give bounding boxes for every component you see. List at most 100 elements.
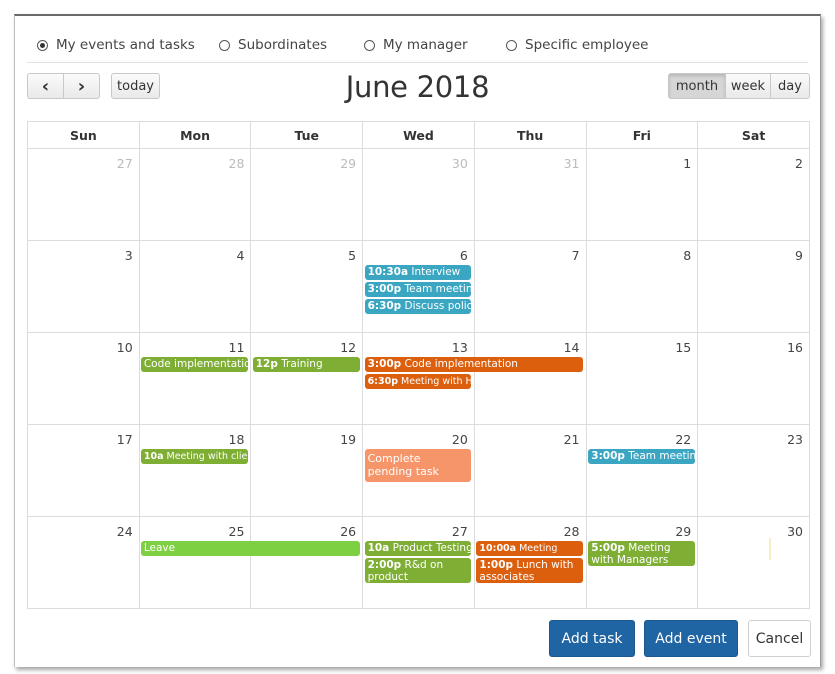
day-number: 14 [563,340,580,355]
event-title: Code implementation [404,358,518,370]
day-number: 19 [340,432,357,447]
calendar-event[interactable]: 3:00p Team meeting [588,449,696,464]
event-title: Leave [143,542,176,554]
day-number: 25 [228,524,245,539]
day-cell[interactable]: 3 [27,240,140,333]
day-cell[interactable]: 23 [697,424,810,517]
calendar-event[interactable]: 10a Meeting with client [140,449,248,464]
day-cell[interactable]: 1 [585,148,699,241]
day-cell[interactable]: 31 [473,148,587,241]
calendar-event[interactable]: 2:00p R&d on product [364,558,472,583]
event-title: Meeting with client [166,451,248,462]
day-cell[interactable]: 19 [250,424,364,517]
weekday-header: Sun [27,121,140,149]
filter-label: My manager [383,37,468,53]
divider [27,62,808,63]
day-number: 23 [787,432,803,447]
day-cell[interactable]: 9 [697,240,810,333]
filter-label: Specific employee [525,37,649,53]
day-cell[interactable]: 2 [697,148,810,241]
day-cell[interactable]: 27 [27,148,140,241]
day-cell[interactable]: 29 [250,148,364,241]
day-number: 3 [124,248,133,263]
cursor-artifact [769,538,771,560]
calendar-event[interactable]: 1:00p Lunch with associates [476,558,584,583]
calendar-event[interactable]: 6:30p Discuss policy [364,299,472,314]
calendar-event[interactable]: 3:00p Team meeting [364,282,472,297]
calendar-event[interactable]: Complete pending task [364,449,472,482]
day-number: 15 [675,340,692,355]
event-time: 12p [255,358,278,370]
calendar-event[interactable]: 12p Training [252,357,360,372]
day-cell[interactable]: 8 [585,240,699,333]
calendar-event[interactable]: Code implementation [140,357,248,372]
day-cell[interactable]: 28 [138,148,252,241]
radio-selected-icon [37,39,48,51]
event-time: 10:30a [367,266,409,278]
day-number: 17 [116,432,133,447]
calendar-event[interactable]: Leave [140,541,360,556]
view-week-button[interactable]: week [725,73,771,99]
day-cell[interactable]: 10 [27,332,140,425]
calendar-event[interactable]: 10a Product Testing [364,541,472,556]
event-title: Meeting with HR [401,376,472,387]
filter-subordinates[interactable]: Subordinates [219,35,364,55]
filter-specific-employee[interactable]: Specific employee [506,35,648,55]
day-number: 13 [451,340,468,355]
day-cell[interactable]: 4 [138,240,252,333]
day-cell[interactable]: 26 [250,516,364,609]
event-title: Training [281,358,323,370]
day-cell[interactable]: 16 [697,332,810,425]
filter-my-manager[interactable]: My manager [364,35,506,55]
day-cell[interactable]: 22 [585,424,699,517]
day-cell[interactable]: 5 [250,240,364,333]
day-number: 8 [683,248,692,263]
day-cell[interactable]: 25 [138,516,252,609]
day-cell[interactable]: 7 [473,240,587,333]
day-number: 2 [795,156,803,171]
weekday-header: Thu [473,121,587,149]
day-cell[interactable]: 21 [473,424,587,517]
day-number: 1 [683,156,692,171]
event-title: Code implementation [143,358,248,370]
calendar-event[interactable]: 10:00a Meeting [476,541,584,556]
day-number: 16 [787,340,803,355]
weekday-header: Mon [138,121,252,149]
day-cell[interactable]: 30 [697,516,810,609]
day-number: 28 [563,524,580,539]
day-number: 9 [795,248,803,263]
weekday-header-row: Sun Mon Tue Wed Thu Fri Sat [27,121,810,149]
calendar-event[interactable]: 6:30p Meeting with HR [364,374,472,389]
add-event-button[interactable]: Add event [644,620,738,657]
calendar-event[interactable]: 10:30a Interview [364,265,472,280]
day-cell[interactable]: 24 [27,516,140,609]
day-number: 22 [675,432,692,447]
event-time: 6:30p [367,300,402,312]
radio-icon [364,39,375,51]
calendar-event[interactable]: 5:00p Meeting with Managers [588,541,696,566]
event-title: Complete pending task [367,452,439,478]
day-cell[interactable]: 12 [250,332,364,425]
day-number: 31 [563,156,580,171]
view-month-button[interactable]: month [668,73,726,99]
day-number: 30 [787,524,803,539]
filter-label: Subordinates [238,37,328,53]
cancel-button[interactable]: Cancel [748,620,811,657]
view-day-button[interactable]: day [770,73,810,99]
day-cell[interactable]: 17 [27,424,140,517]
day-number: 11 [228,340,245,355]
day-cell[interactable]: 18 [138,424,252,517]
calendar-event[interactable]: 3:00p Code implementation [364,357,584,372]
day-number: 21 [563,432,580,447]
filter-label: My events and tasks [56,37,195,53]
day-cell[interactable]: 14 [473,332,587,425]
day-cell[interactable]: 30 [362,148,475,241]
add-task-button[interactable]: Add task [549,620,635,657]
event-title: Meeting [519,543,558,554]
filter-my-events[interactable]: My events and tasks [37,35,219,55]
day-number: 28 [228,156,245,171]
day-number: 18 [228,432,245,447]
day-cell[interactable]: 15 [585,332,699,425]
day-cell[interactable]: 11 [138,332,252,425]
calendar-dialog: My events and tasks Subordinates My mana… [14,14,821,667]
